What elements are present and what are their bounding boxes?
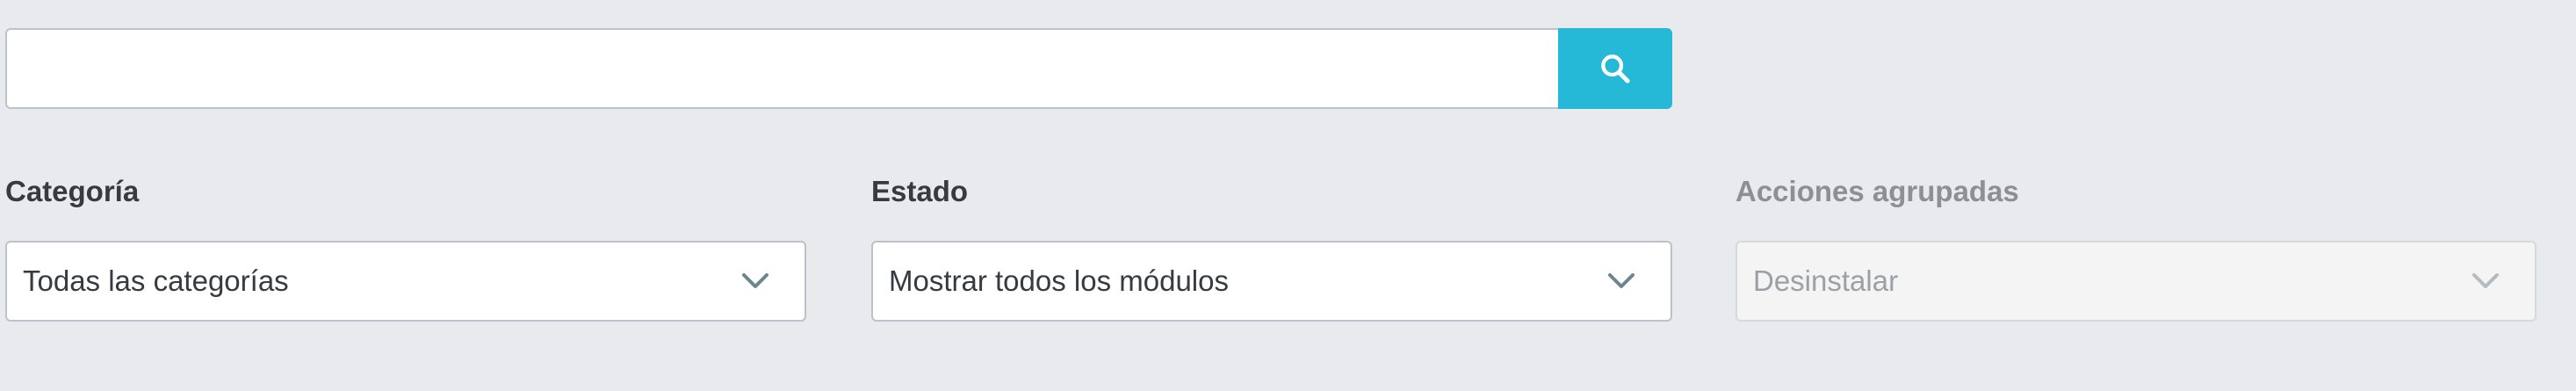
bulk-actions-select: Desinstalar: [1735, 241, 2536, 322]
bulk-actions-filter: Acciones agrupadas Desinstalar: [1735, 172, 2536, 322]
status-filter: Estado Mostrar todos los módulos: [871, 172, 1672, 322]
status-label: Estado: [871, 175, 969, 207]
module-filter-page: Categoría Todas las categorías Estado Mo…: [0, 0, 2576, 391]
chevron-down-icon: [738, 264, 773, 299]
search-button[interactable]: [1558, 28, 1672, 109]
bulk-actions-selected-value: Desinstalar: [1753, 264, 1899, 297]
search-input[interactable]: [5, 28, 1558, 109]
search-bar: [5, 28, 1672, 109]
chevron-down-icon: [2468, 264, 2503, 299]
category-label: Categoría: [5, 175, 140, 207]
category-selected-value: Todas las categorías: [23, 264, 289, 297]
status-selected-value: Mostrar todos los módulos: [889, 264, 1229, 297]
chevron-down-icon: [1604, 264, 1639, 299]
category-filter: Categoría Todas las categorías: [5, 172, 806, 322]
category-select[interactable]: Todas las categorías: [5, 241, 806, 322]
status-select[interactable]: Mostrar todos los módulos: [871, 241, 1672, 322]
search-icon: [1601, 54, 1630, 83]
bulk-actions-label: Acciones agrupadas: [1735, 175, 2019, 207]
